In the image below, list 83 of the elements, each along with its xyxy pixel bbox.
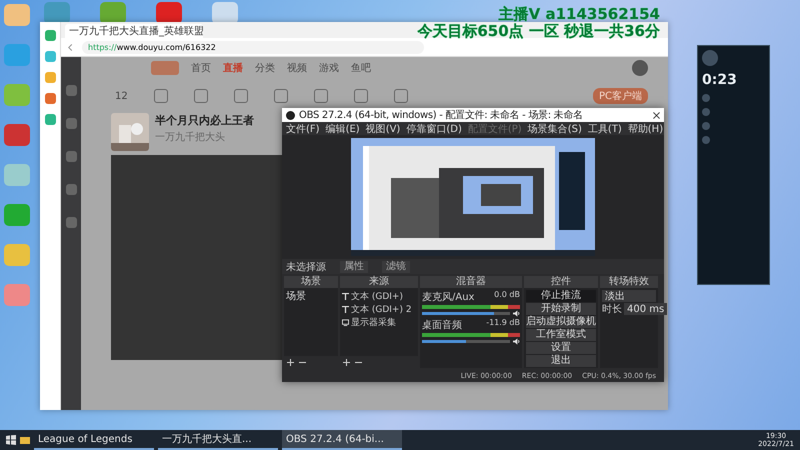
toolbar-icon[interactable]: [394, 89, 408, 103]
nav-link[interactable]: 视频: [287, 61, 307, 75]
control-button[interactable]: 停止推流: [526, 290, 596, 302]
speaker-icon[interactable]: [513, 338, 520, 345]
sidebar-app-icon[interactable]: [44, 30, 56, 41]
menu-item[interactable]: 停靠窗口(D): [406, 122, 462, 136]
back-icon[interactable]: [67, 44, 74, 50]
channel-reading: 0.0 dB: [494, 290, 520, 301]
dock-title: 来源: [340, 276, 418, 288]
channel-name: 桌面音频: [422, 318, 462, 332]
control-button[interactable]: 退出: [526, 355, 596, 367]
toolbar-icon[interactable]: [274, 89, 288, 103]
control-button[interactable]: 启动虚拟摄像机: [526, 316, 596, 328]
queue-timer: 0:23: [702, 72, 738, 88]
channel-reading: -11.9 dB: [486, 318, 520, 329]
duration-label: 时长: [602, 302, 622, 316]
volume-slider[interactable]: [422, 312, 510, 315]
transition-select[interactable]: 淡出: [602, 290, 656, 302]
source-item[interactable]: 显示器采集: [351, 316, 396, 328]
taskbar-item[interactable]: 一万九千把大头直...: [158, 430, 278, 450]
close-icon[interactable]: [653, 112, 660, 118]
follow-count: 12: [115, 90, 128, 102]
sidebar-nav-icon[interactable]: [66, 184, 76, 195]
sidebar-nav-icon[interactable]: [66, 217, 76, 228]
sidebar-app-icon[interactable]: [44, 93, 56, 104]
menu-item[interactable]: 文件(F): [286, 122, 320, 136]
source-item[interactable]: 文本 (GDI+): [351, 290, 403, 302]
menu-item[interactable]: 帮助(H): [628, 122, 664, 136]
source-item[interactable]: 文本 (GDI+) 2: [351, 302, 412, 316]
desktop-shortcut-icon[interactable]: [156, 2, 182, 24]
scene-item[interactable]: 场景: [286, 290, 336, 302]
toolbar-icon[interactable]: [194, 89, 208, 103]
menu-item[interactable]: 工具(T): [588, 122, 622, 136]
folder-icon[interactable]: [20, 435, 30, 445]
sidebar-app-icon[interactable]: [44, 114, 56, 125]
text-source-icon: [342, 292, 349, 300]
channel-name: 麦克风/Aux: [422, 290, 474, 304]
nav-link[interactable]: 分类: [255, 61, 275, 75]
toolbar-icon[interactable]: [234, 89, 248, 103]
desktop-shortcut-icon[interactable]: [44, 2, 70, 24]
add-icon[interactable]: [287, 358, 294, 366]
taskbar-item[interactable]: OBS 27.2.4 (64-bi...: [282, 430, 402, 450]
sidebar-nav-icon[interactable]: [66, 118, 76, 129]
overlay-caption: 主播V a1143562154: [498, 6, 660, 23]
nav-link[interactable]: 游戏: [319, 61, 339, 75]
nav-link[interactable]: 鱼吧: [351, 61, 371, 75]
taskbar-item[interactable]: League of Legends: [34, 430, 154, 450]
dock-title: 转场特效: [600, 276, 658, 288]
dock-title: 混音器: [420, 276, 522, 288]
volume-slider[interactable]: [422, 340, 510, 343]
no-source-label: 未选择源: [286, 260, 326, 274]
nav-link[interactable]: 首页: [191, 61, 211, 75]
sidebar-app-icon[interactable]: [44, 72, 56, 83]
toolbar-icon[interactable]: [354, 89, 368, 103]
app-logo-icon: [286, 110, 295, 120]
speaker-icon[interactable]: [513, 310, 520, 317]
duration-field[interactable]: 400 ms: [624, 303, 668, 315]
control-button[interactable]: 开始录制: [526, 303, 596, 315]
sidebar-nav-icon[interactable]: [66, 85, 76, 96]
stream-title: 半个月只内必上王者: [155, 113, 254, 128]
text-source-icon: [342, 306, 349, 312]
monitor-icon: [342, 318, 349, 326]
user-avatar[interactable]: [632, 60, 648, 76]
add-icon[interactable]: [343, 358, 350, 366]
menu-item[interactable]: 场景集合(S): [528, 122, 582, 136]
control-button[interactable]: 设置: [526, 342, 596, 354]
sidebar-app-icon[interactable]: [44, 51, 56, 62]
window-title: OBS 27.2.4 (64-bit, windows) - 配置文件: 未命名 - 场景: 未命名: [299, 108, 583, 122]
start-icon[interactable]: [6, 435, 16, 445]
toolbar-icon[interactable]: [154, 89, 168, 103]
toolbar-icon[interactable]: [314, 89, 328, 103]
menu-item[interactable]: 编辑(E): [326, 122, 360, 136]
overlay-caption: 今天目标650点 一区 秒退一共36分: [417, 23, 660, 40]
profile-avatar-icon[interactable]: [702, 50, 718, 66]
dock-title: 控件: [524, 276, 598, 288]
control-button[interactable]: 工作室模式: [526, 329, 596, 341]
menu-item[interactable]: 视图(V): [366, 122, 400, 136]
properties-button[interactable]: 属性: [340, 260, 368, 272]
filters-button[interactable]: 滤镜: [382, 260, 410, 272]
sidebar-nav-icon[interactable]: [66, 151, 76, 162]
address-field[interactable]: https://www.douyu.com/616322: [82, 40, 424, 54]
dock-title: 场景: [284, 276, 338, 288]
desktop-shortcut-icon[interactable]: [100, 2, 126, 24]
